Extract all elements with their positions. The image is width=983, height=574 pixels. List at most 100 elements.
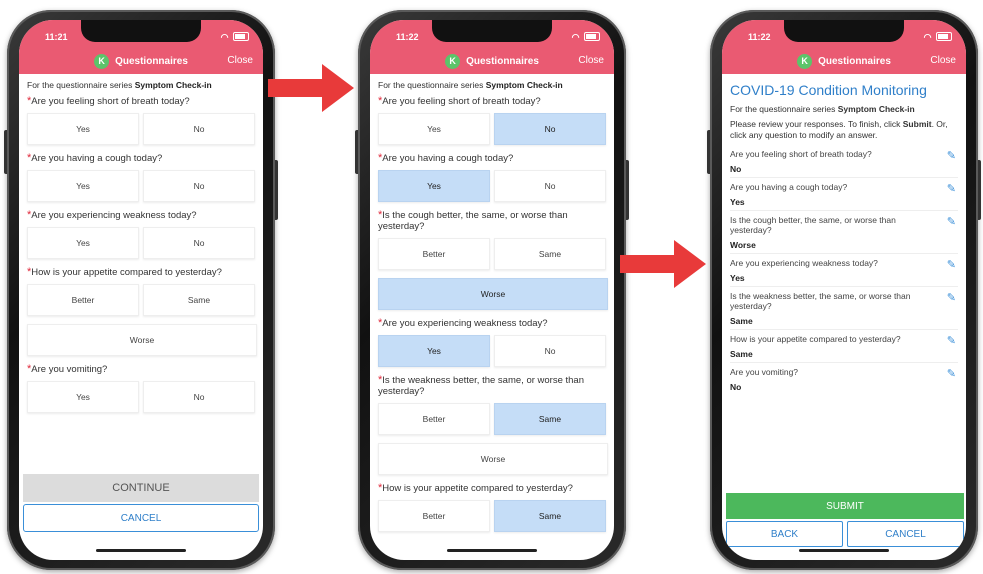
close-button[interactable]: Close [578,55,604,66]
answer-row: Worse [27,324,257,356]
question-label: Are you vomiting? [31,364,108,375]
option-same-button[interactable]: Same [143,284,255,316]
option-same-button-selected[interactable]: Same [494,500,606,532]
system-icons: ◠ [572,31,600,43]
series-prefix: For the questionnaire series [378,80,486,90]
review-item[interactable]: Is the cough better, the same, or worse … [730,211,958,254]
phone-frame-3: 11:22 ◠ K Questionnaires Close COVID-19 … [707,10,981,570]
option-no-button[interactable]: No [494,170,606,202]
option-no-button[interactable]: No [143,113,255,145]
option-yes-button-selected[interactable]: Yes [378,170,490,202]
system-icons: ◠ [221,31,249,43]
review-question: Are you having a cough today? [730,182,848,192]
wifi-icon: ◠ [571,32,581,42]
pencil-edit-icon[interactable]: ✎ [947,258,956,271]
pencil-edit-icon[interactable]: ✎ [947,149,956,162]
review-item[interactable]: Are you vomiting? No ✎ [730,363,958,395]
pencil-edit-icon[interactable]: ✎ [947,367,956,380]
battery-icon [936,32,952,41]
nav-title: Questionnaires [818,55,891,67]
back-button[interactable]: BACK [726,521,843,547]
question-label: Are you experiencing weakness today? [382,318,548,329]
option-worse-button[interactable]: Worse [378,443,608,475]
review-answer: Same [730,349,753,359]
review-instructions: Please review your responses. To finish,… [730,119,958,141]
question-text: *Are you having a cough today? [378,153,606,165]
status-time: 11:22 [396,32,419,42]
action-row: BACK CANCEL [726,521,964,547]
answer-row: Yes No [378,335,606,367]
option-better-button[interactable]: Better [27,284,139,316]
option-no-button[interactable]: No [494,335,606,367]
answer-row: Yes No [27,227,255,259]
status-bar: 11:22 ◠ [722,20,966,48]
option-yes-button[interactable]: Yes [378,113,490,145]
close-button[interactable]: Close [227,55,253,66]
avatar[interactable]: K [445,53,461,69]
cancel-button[interactable]: CANCEL [23,504,259,532]
review-title: COVID-19 Condition Monitoring [730,82,927,98]
submit-button[interactable]: SUBMIT [726,493,964,519]
series-prefix: For the questionnaire series [730,104,838,114]
system-icons: ◠ [924,31,952,43]
question-label: Are you feeling short of breath today? [382,96,541,107]
questionnaire-form: For the questionnaire series Symptom Che… [370,74,614,532]
battery-icon [584,32,600,41]
question-text: *Are you feeling short of breath today? [27,96,255,108]
close-button[interactable]: Close [930,55,956,66]
review-answer: No [730,164,742,174]
continue-button[interactable]: CONTINUE [23,474,259,502]
review-item[interactable]: Is the weakness better, the same, or wor… [730,287,958,330]
option-yes-button[interactable]: Yes [27,170,139,202]
option-no-button[interactable]: No [143,227,255,259]
question-text: *Are you vomiting? [27,364,255,376]
pencil-edit-icon[interactable]: ✎ [947,215,956,228]
answer-row: Better Same [27,284,255,316]
pencil-edit-icon[interactable]: ✎ [947,334,956,347]
flow-arrow-icon [268,64,354,112]
option-yes-button[interactable]: Yes [27,381,139,413]
nav-title: Questionnaires [115,55,188,67]
question-text: *How is your appetite compared to yester… [27,267,255,279]
nav-title: Questionnaires [466,55,539,67]
review-question: Are you experiencing weakness today? [730,258,878,268]
option-no-button[interactable]: No [143,381,255,413]
option-yes-button[interactable]: Yes [27,227,139,259]
question-label: Are you having a cough today? [31,153,163,164]
option-same-button-selected[interactable]: Same [494,403,606,435]
option-worse-button-selected[interactable]: Worse [378,278,608,310]
review-question: How is your appetite compared to yesterd… [730,334,901,344]
phone-frame-2: 11:22 ◠ K Questionnaires Close For the q… [355,10,629,570]
option-worse-button[interactable]: Worse [27,324,257,356]
pencil-edit-icon[interactable]: ✎ [947,182,956,195]
option-yes-button-selected[interactable]: Yes [378,335,490,367]
question-label: Are you having a cough today? [382,153,514,164]
series-caption: For the questionnaire series Symptom Che… [27,80,255,90]
status-time: 11:21 [45,32,68,42]
option-no-button-selected[interactable]: No [494,113,606,145]
review-item[interactable]: Are you experiencing weakness today? Yes… [730,254,958,287]
question-text: *Is the cough better, the same, or worse… [378,210,606,233]
option-better-button[interactable]: Better [378,238,490,270]
question-text: *Is the weakness better, the same, or wo… [378,375,606,398]
wifi-icon: ◠ [923,32,933,42]
review-item[interactable]: Are you having a cough today? Yes ✎ [730,178,958,211]
answer-row: Yes No [27,170,255,202]
option-no-button[interactable]: No [143,170,255,202]
questionnaire-form: For the questionnaire series Symptom Che… [19,74,263,413]
phone-frame-1: 11:21 ◠ K Questionnaires Close For the q… [4,10,278,570]
avatar[interactable]: K [797,53,813,69]
answer-row: Better Same [378,500,606,532]
question-label: Are you experiencing weakness today? [31,210,197,221]
option-better-button[interactable]: Better [378,403,490,435]
status-time: 11:22 [748,32,771,42]
review-item[interactable]: Are you feeling short of breath today? N… [730,145,958,178]
series-prefix: For the questionnaire series [27,80,135,90]
review-item[interactable]: How is your appetite compared to yesterd… [730,330,958,363]
avatar[interactable]: K [94,53,110,69]
option-same-button[interactable]: Same [494,238,606,270]
cancel-button[interactable]: CANCEL [847,521,964,547]
option-yes-button[interactable]: Yes [27,113,139,145]
option-better-button[interactable]: Better [378,500,490,532]
pencil-edit-icon[interactable]: ✎ [947,291,956,304]
